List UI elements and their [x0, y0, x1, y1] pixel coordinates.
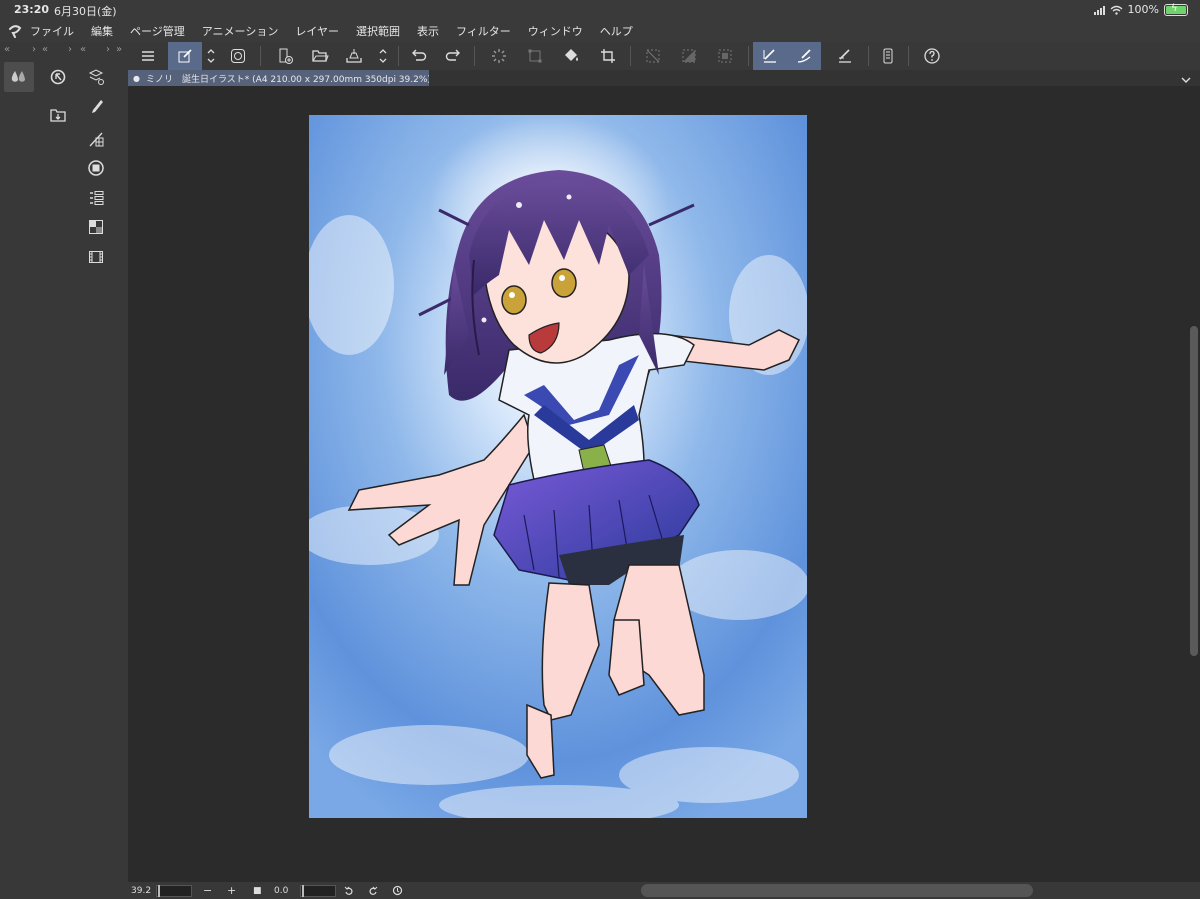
- menu-edit[interactable]: 編集: [91, 23, 113, 39]
- status-date: 6月30日(金): [54, 5, 117, 18]
- navigator-icon[interactable]: [43, 62, 73, 92]
- ruler-icon[interactable]: [81, 124, 111, 154]
- fill-bucket-icon[interactable]: [557, 42, 585, 70]
- vector-pen-icon[interactable]: [753, 42, 787, 70]
- loading-spinner-icon[interactable]: [485, 42, 513, 70]
- edit-mode-icon[interactable]: [168, 42, 202, 70]
- menu-selection[interactable]: 選択範囲: [356, 23, 400, 39]
- status-right: 100% ϟ: [1093, 3, 1188, 16]
- help-icon[interactable]: [918, 42, 946, 70]
- horizontal-scrollbar-thumb[interactable]: [641, 884, 1033, 897]
- menu-filter[interactable]: フィルター: [456, 23, 511, 39]
- menu-page-management[interactable]: ページ管理: [130, 23, 185, 39]
- zoom-value[interactable]: 39.2: [131, 884, 151, 897]
- invert-selection-icon[interactable]: [675, 42, 703, 70]
- left-panel: « › « › « › »: [0, 42, 128, 899]
- expand-icon[interactable]: ›: [106, 44, 110, 55]
- layer-properties-icon[interactable]: [81, 62, 111, 92]
- reset-rotation-icon[interactable]: [392, 884, 403, 897]
- status-time: 23:20: [14, 3, 50, 16]
- zoom-slider[interactable]: [156, 885, 192, 897]
- chevron-updown-icon[interactable]: [202, 42, 220, 70]
- chevron-updown-icon[interactable]: [374, 42, 392, 70]
- expand-icon[interactable]: »: [116, 44, 122, 55]
- new-file-icon[interactable]: [271, 42, 299, 70]
- save-icon[interactable]: [340, 42, 368, 70]
- redo-icon[interactable]: [440, 42, 468, 70]
- undo-icon[interactable]: [404, 42, 432, 70]
- zoom-in-icon[interactable]: +: [227, 884, 236, 897]
- battery-percentage: 100%: [1127, 3, 1159, 16]
- layer-list-icon[interactable]: [81, 183, 111, 213]
- expand-icon[interactable]: ›: [68, 44, 72, 55]
- smartphone-icon[interactable]: [874, 42, 902, 70]
- vertical-scrollbar[interactable]: [1188, 86, 1200, 882]
- expand-icon[interactable]: ›: [32, 44, 36, 55]
- drop-tool-icon[interactable]: [4, 62, 34, 92]
- color-circle-icon[interactable]: [81, 153, 111, 183]
- ruler-pen-icon[interactable]: [831, 42, 859, 70]
- deselect-icon[interactable]: [639, 42, 667, 70]
- import-folder-icon[interactable]: [43, 100, 73, 130]
- menu-bar: ファイル 編集 ページ管理 アニメーション レイヤー 選択範囲 表示 フィルター…: [0, 20, 1200, 42]
- app-logo-icon[interactable]: [0, 20, 30, 42]
- menu-view[interactable]: 表示: [417, 23, 439, 39]
- bottom-bar: 39.2 − + ■ 0.0: [128, 882, 1200, 899]
- rotation-slider[interactable]: [300, 885, 336, 897]
- rotate-right-icon[interactable]: [368, 884, 378, 897]
- menu-help[interactable]: ヘルプ: [600, 23, 633, 39]
- transform-icon[interactable]: [521, 42, 549, 70]
- fit-page-icon[interactable]: ■: [253, 884, 262, 897]
- document-tab-title: ミノリ 誕生日イラスト* (A4 210.00 x 297.00mm 350dp…: [145, 74, 429, 85]
- crop-icon[interactable]: [594, 42, 622, 70]
- collapse-left-icon[interactable]: «: [42, 44, 48, 55]
- soft-brush-icon[interactable]: [787, 42, 821, 70]
- vertical-scrollbar-thumb[interactable]: [1190, 326, 1198, 656]
- artwork-canvas[interactable]: [309, 115, 807, 818]
- brush-icon[interactable]: [81, 92, 111, 122]
- rotation-value[interactable]: 0.0: [274, 884, 288, 897]
- menu-layer[interactable]: レイヤー: [295, 23, 339, 39]
- battery-icon: ϟ: [1164, 3, 1188, 16]
- hamburger-menu-icon[interactable]: [132, 42, 164, 70]
- rotate-left-icon[interactable]: [344, 884, 354, 897]
- collapse-left-icon[interactable]: «: [4, 44, 10, 55]
- cloud-sync-icon[interactable]: [224, 42, 252, 70]
- canvas-area[interactable]: [128, 86, 1188, 882]
- collapse-left-icon[interactable]: «: [80, 44, 86, 55]
- command-bar: [128, 42, 1200, 70]
- timeline-icon[interactable]: [81, 242, 111, 272]
- menu-file[interactable]: ファイル: [30, 23, 74, 39]
- material-icon[interactable]: [81, 212, 111, 242]
- document-tab[interactable]: ● ミノリ 誕生日イラスト* (A4 210.00 x 297.00mm 350…: [128, 70, 429, 86]
- menu-window[interactable]: ウィンドウ: [528, 23, 583, 39]
- tab-close-icon[interactable]: ●: [133, 74, 140, 83]
- select-all-icon[interactable]: [711, 42, 739, 70]
- open-folder-icon[interactable]: [306, 42, 334, 70]
- document-tab-bar: ● ミノリ 誕生日イラスト* (A4 210.00 x 297.00mm 350…: [128, 70, 1200, 86]
- wifi-icon: [1110, 5, 1123, 15]
- zoom-out-icon[interactable]: −: [203, 884, 212, 897]
- menu-animation[interactable]: アニメーション: [202, 23, 279, 39]
- cellular-signal-icon: [1093, 5, 1105, 15]
- status-bar: 23:20 6月30日(金) 100% ϟ: [0, 0, 1200, 20]
